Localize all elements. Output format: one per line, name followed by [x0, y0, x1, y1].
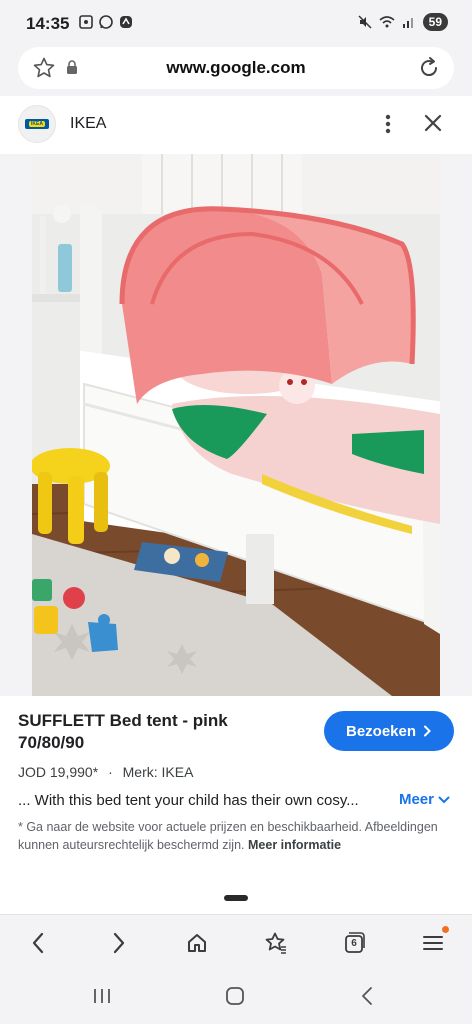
status-bar: 14:35 59: [0, 0, 472, 44]
close-icon[interactable]: [422, 112, 444, 134]
menu-notification-dot: [442, 926, 449, 933]
visit-button[interactable]: Bezoeken: [324, 711, 454, 751]
reload-icon[interactable]: [416, 55, 442, 81]
screenshot-icon: [79, 15, 93, 29]
forward-icon: [113, 932, 125, 954]
status-notification-icons: [78, 14, 134, 30]
more-label: Meer: [398, 791, 434, 808]
disclaimer-text: * Ga naar de website voor actuele prijze…: [18, 820, 438, 852]
status-system-icons: 59: [357, 13, 448, 31]
system-home-icon[interactable]: [225, 986, 245, 1006]
browser-toolbar: 6: [0, 914, 472, 970]
back-icon: [32, 932, 44, 954]
status-time: 14:35: [26, 14, 70, 33]
sheet-drag-handle[interactable]: [224, 895, 248, 901]
forward-button[interactable]: [105, 929, 133, 957]
visit-button-label: Bezoeken: [345, 722, 417, 740]
system-back-icon[interactable]: [360, 986, 374, 1006]
product-image[interactable]: [32, 154, 440, 696]
product-info-card: SUFFLETT Bed tent - pink 70/80/90 Bezoek…: [0, 696, 472, 914]
price-line: JOD 19,990* · Merk: IKEA: [18, 764, 193, 780]
menu-button[interactable]: [419, 926, 449, 957]
menu-icon: [423, 936, 443, 950]
home-icon: [188, 934, 206, 952]
product-description: ... With this bed tent your child has th…: [18, 792, 359, 809]
chevron-right-icon: [424, 725, 431, 737]
address-bar[interactable]: www.google.com: [18, 47, 454, 89]
recent-apps-icon[interactable]: [92, 986, 112, 1006]
brand: Merk: IKEA: [122, 764, 194, 780]
site-header: IKEA IKEA: [0, 96, 472, 154]
system-navigation-bar: [0, 970, 472, 1024]
separator: ·: [108, 764, 113, 780]
url-text[interactable]: www.google.com: [18, 58, 454, 78]
price: JOD 19,990*: [18, 764, 99, 780]
home-button[interactable]: [183, 929, 211, 957]
more-info-link[interactable]: Meer informatie: [248, 838, 341, 852]
disclaimer: * Ga naar de website voor actuele prijze…: [18, 818, 448, 854]
chevron-down-icon: [438, 796, 450, 803]
logo-text: IKEA: [29, 121, 45, 127]
more-button[interactable]: Meer: [399, 791, 450, 808]
product-title[interactable]: SUFFLETT Bed tent - pink 70/80/90: [18, 710, 298, 754]
signal-icon: [402, 18, 413, 28]
wifi-icon: [379, 16, 395, 28]
tabs-button[interactable]: 6: [340, 929, 368, 957]
back-button[interactable]: [24, 929, 52, 957]
bookmarks-icon: [265, 932, 286, 954]
app-icon: [120, 16, 132, 28]
tab-count: 6: [351, 937, 357, 949]
battery-indicator: 59: [422, 13, 448, 31]
mute-icon: [358, 15, 372, 29]
bookmarks-button[interactable]: [262, 929, 290, 957]
image-area: [0, 154, 472, 832]
ikea-logo: IKEA: [18, 105, 56, 143]
more-options-icon[interactable]: [384, 112, 392, 136]
whatsapp-icon: [99, 15, 113, 29]
site-name: IKEA: [70, 115, 107, 132]
